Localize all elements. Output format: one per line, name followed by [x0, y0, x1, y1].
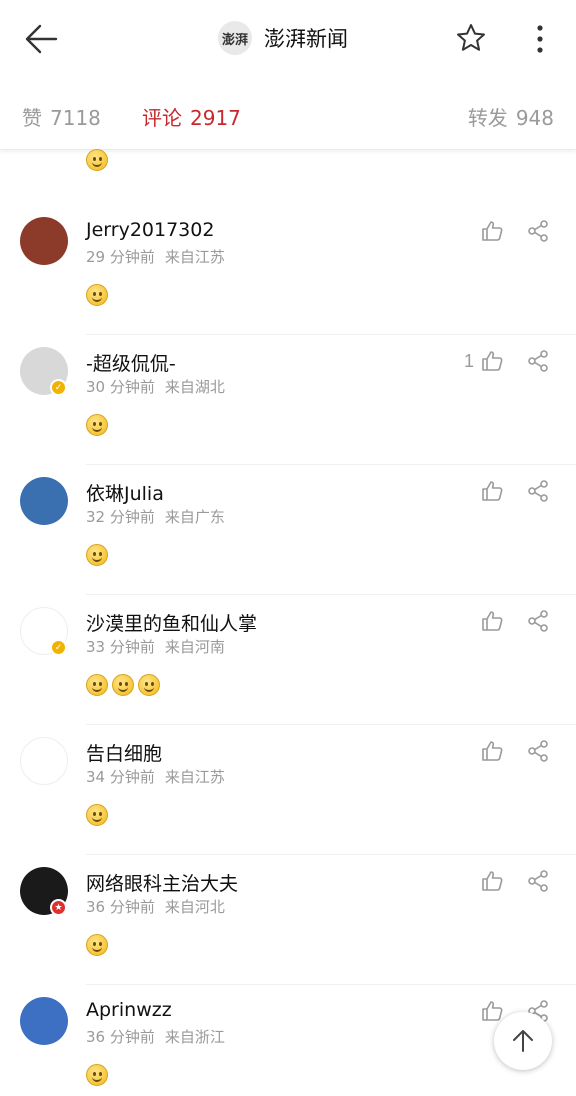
- comment-time: 33 分钟前: [86, 638, 155, 656]
- smile-emoji-icon: [86, 149, 108, 171]
- comment-meta: 33 分钟前 来自河南: [86, 636, 225, 657]
- comment-time: 29 分钟前: [86, 248, 155, 266]
- comment-time: 36 分钟前: [86, 898, 155, 916]
- scroll-top-button[interactable]: [494, 1012, 552, 1070]
- brand-name: 澎湃新闻: [264, 27, 348, 51]
- thumbs-up-icon[interactable]: [480, 219, 504, 243]
- smile-emoji-icon: [86, 934, 108, 956]
- back-arrow-icon[interactable]: [22, 22, 62, 56]
- comment-meta: 36 分钟前 来自浙江: [86, 1026, 225, 1047]
- comment-meta: 30 分钟前 来自湖北: [86, 376, 225, 397]
- share-icon[interactable]: [526, 609, 550, 633]
- smile-emoji-icon: [138, 674, 160, 696]
- comment-location: 来自河南: [164, 638, 225, 656]
- like-count: 1: [464, 351, 475, 371]
- tab-likes-label: 赞: [22, 106, 42, 130]
- smile-emoji-icon: [86, 804, 108, 826]
- comment-location: 来自浙江: [164, 1028, 225, 1046]
- avatar[interactable]: [20, 997, 68, 1045]
- smile-emoji-icon: [86, 674, 108, 696]
- comment-time: 36 分钟前: [86, 1028, 155, 1046]
- comment-body: [86, 414, 108, 436]
- smile-emoji-icon: [112, 674, 134, 696]
- member-badge-icon: ★: [50, 899, 67, 916]
- tab-comments-label: 评论: [142, 106, 182, 130]
- comment-author[interactable]: 依琳Julia: [86, 479, 164, 506]
- smile-emoji-icon: [86, 1064, 108, 1086]
- comment-item[interactable]: ✓ -超级侃侃- 30 分钟前 来自湖北 1: [0, 335, 576, 465]
- comment-author[interactable]: 网络眼科主治大夫: [86, 869, 238, 896]
- thumbs-up-icon[interactable]: [480, 999, 504, 1023]
- tab-likes[interactable]: 赞 7118: [22, 102, 101, 131]
- comment-location: 来自湖北: [164, 378, 225, 396]
- comment-time: 32 分钟前: [86, 508, 155, 526]
- top-bar: 澎湃 澎湃新闻: [0, 0, 576, 80]
- smile-emoji-icon: [86, 414, 108, 436]
- comment-item[interactable]: Jerry2017302 29 分钟前 来自江苏: [0, 205, 576, 335]
- tab-likes-count: 7118: [50, 106, 101, 130]
- comment-item[interactable]: 告白细胞 34 分钟前 来自江苏: [0, 725, 576, 855]
- comment-time: 30 分钟前: [86, 378, 155, 396]
- avatar[interactable]: [20, 737, 68, 785]
- tab-reposts[interactable]: 转发 948: [468, 102, 554, 131]
- comment-item[interactable]: ★ 网络眼科主治大夫 36 分钟前 来自河北: [0, 855, 576, 985]
- tab-comments[interactable]: 评论 2917: [142, 102, 241, 131]
- thumbs-up-icon[interactable]: [480, 349, 504, 373]
- comment-location: 来自江苏: [164, 248, 225, 266]
- verified-badge-icon: ✓: [50, 379, 67, 396]
- comment-body: [86, 804, 108, 826]
- avatar[interactable]: [20, 217, 68, 265]
- tab-comments-count: 2917: [190, 106, 241, 130]
- comment-meta: 29 分钟前 来自江苏: [86, 246, 225, 267]
- comment-body: [86, 284, 108, 306]
- comment-author[interactable]: 沙漠里的鱼和仙人掌: [86, 609, 257, 636]
- brand-logo: 澎湃: [218, 21, 252, 55]
- stats-tabs: 赞 7118 评论 2917 转发 948: [0, 80, 576, 150]
- comment-body: [86, 674, 160, 696]
- comment-item[interactable]: Aprinwzz 36 分钟前 来自浙江: [0, 985, 576, 1096]
- tab-reposts-label: 转发: [467, 106, 508, 130]
- comment-author[interactable]: Jerry2017302: [86, 219, 214, 241]
- comment-meta: 32 分钟前 来自广东: [86, 506, 225, 527]
- comment-item[interactable]: 依琳Julia 32 分钟前 来自广东: [0, 465, 576, 595]
- thumbs-up-icon[interactable]: [480, 609, 504, 633]
- comment-meta: 34 分钟前 来自江苏: [86, 766, 225, 787]
- comment-author[interactable]: Aprinwzz: [86, 999, 172, 1021]
- share-icon[interactable]: [526, 479, 550, 503]
- comment-body: [86, 934, 108, 956]
- share-icon[interactable]: [526, 219, 550, 243]
- avatar[interactable]: [20, 477, 68, 525]
- brand: 澎湃 澎湃新闻: [218, 20, 348, 56]
- comment-time: 34 分钟前: [86, 768, 155, 786]
- comment-body: [86, 544, 108, 566]
- smile-emoji-icon: [86, 544, 108, 566]
- comment-author[interactable]: 告白细胞: [86, 739, 162, 766]
- thumbs-up-icon[interactable]: [480, 869, 504, 893]
- thumbs-up-icon[interactable]: [480, 739, 504, 763]
- share-icon[interactable]: [526, 869, 550, 893]
- tab-reposts-count: 948: [515, 106, 554, 130]
- verified-badge-icon: ✓: [50, 639, 67, 656]
- comment-location: 来自河北: [164, 898, 225, 916]
- thumbs-up-icon[interactable]: [480, 479, 504, 503]
- comment-meta: 36 分钟前 来自河北: [86, 896, 225, 917]
- arrow-up-icon: [513, 1030, 533, 1052]
- share-icon[interactable]: [526, 349, 550, 373]
- more-vertical-icon[interactable]: [528, 22, 552, 56]
- comment-location: 来自江苏: [164, 768, 225, 786]
- share-icon[interactable]: [526, 739, 550, 763]
- comment-body: [86, 1064, 108, 1086]
- star-icon[interactable]: [455, 22, 487, 54]
- comment-item[interactable]: ✓ 沙漠里的鱼和仙人掌 33 分钟前 来自河南: [0, 595, 576, 725]
- comment-location: 来自广东: [164, 508, 225, 526]
- comment-author[interactable]: -超级侃侃-: [86, 349, 176, 376]
- smile-emoji-icon: [86, 284, 108, 306]
